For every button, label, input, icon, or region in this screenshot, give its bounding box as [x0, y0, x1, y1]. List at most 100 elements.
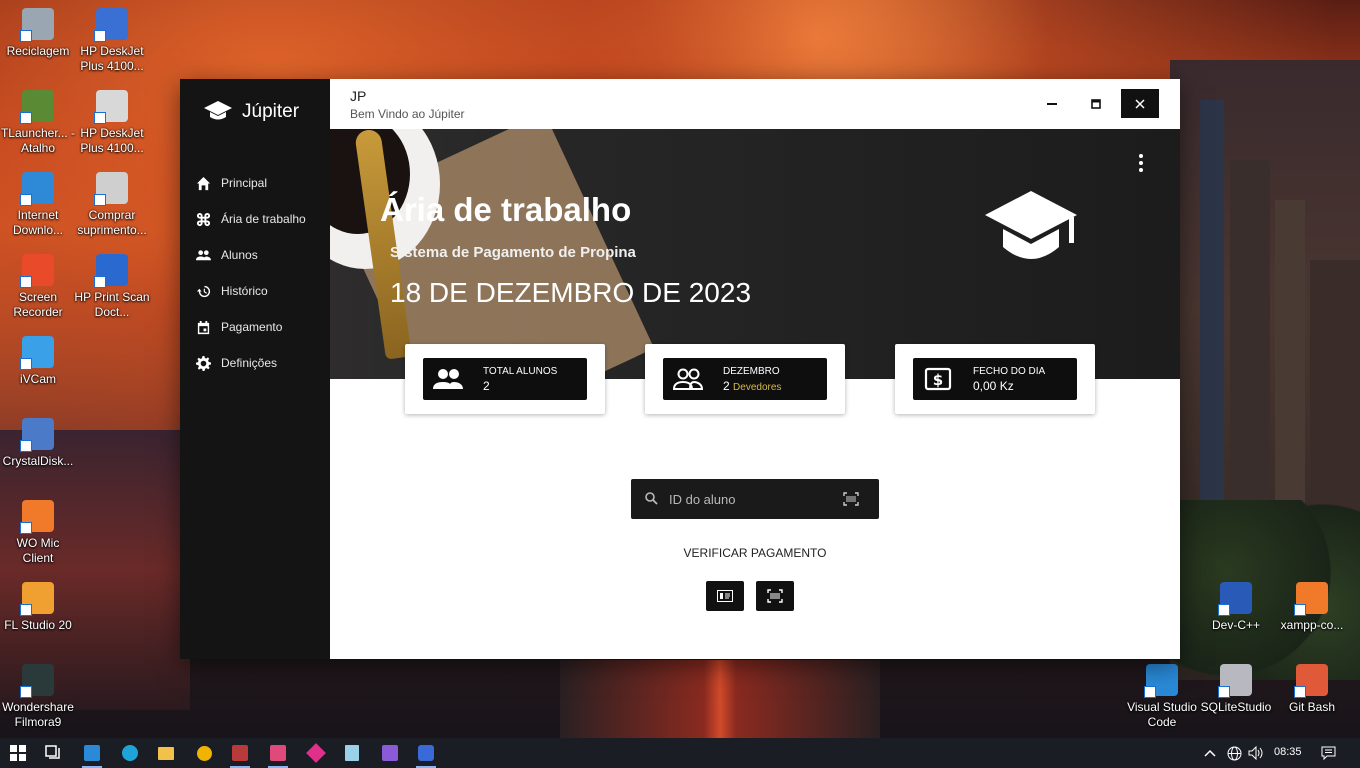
money-icon: $ [924, 367, 952, 391]
vscode-icon [1144, 664, 1178, 698]
desktop-shortcut[interactable]: Reciclagem [0, 8, 76, 59]
minimize-icon [1047, 102, 1057, 105]
id-card-button[interactable] [706, 581, 744, 611]
taskbar-access[interactable] [226, 741, 254, 768]
desktop-shortcut[interactable]: Dev-C++ [1198, 582, 1274, 633]
printer-cart-icon [94, 172, 128, 206]
desktop-shortcut[interactable]: TLauncher... - Atalho [0, 90, 76, 156]
student-id-input[interactable] [669, 479, 839, 519]
people-icon [196, 249, 211, 260]
desktop-shortcut-label: FL Studio 20 [4, 618, 72, 632]
desktop-shortcut-label: Git Bash [1288, 700, 1336, 714]
desktop-shortcut-label: Dev-C++ [1211, 618, 1261, 632]
crystaldisk-icon [20, 418, 54, 452]
desktop-shortcut-label: HP Print Scan Doct... [74, 290, 150, 319]
task-view-button[interactable] [40, 741, 68, 765]
clock[interactable]: 08:35 [1274, 746, 1302, 758]
taskbar-app-warning[interactable] [190, 741, 218, 765]
desktop-shortcut-label: Visual Studio Code [1127, 700, 1197, 729]
brand[interactable]: Júpiter [204, 101, 299, 123]
taskbar-notepad[interactable] [338, 741, 366, 765]
card-body: DEZEMBRO 2 Devedores [663, 358, 827, 400]
windows-icon [10, 745, 26, 761]
nav-item-principal[interactable]: Principal [180, 165, 330, 201]
minimize-button[interactable] [1033, 89, 1071, 118]
hero-banner: Ária de trabalho Sistema de Pagamento de… [330, 129, 1180, 379]
command-icon [196, 212, 211, 226]
access-icon [232, 745, 248, 761]
desktop-shortcut[interactable]: Visual Studio Code [1124, 664, 1200, 730]
desktop-shortcut-label: HP DeskJet Plus 4100... [80, 126, 144, 155]
card-dezembro[interactable]: DEZEMBRO 2 Devedores [645, 344, 845, 414]
app-icon [418, 745, 434, 761]
card-total-alunos[interactable]: TOTAL ALUNOS 2 [405, 344, 605, 414]
card-value-sub: Devedores [733, 382, 782, 393]
calendar-icon [197, 320, 210, 334]
desktop-shortcut[interactable]: Internet Downlo... [0, 172, 76, 238]
filmora-icon [20, 664, 54, 698]
nav-label: Alunos [221, 248, 258, 262]
desktop-shortcut[interactable]: HP Print Scan Doct... [74, 254, 150, 320]
desktop-shortcut[interactable]: xampp-co... [1274, 582, 1350, 633]
taskbar-visual-studio[interactable] [376, 741, 404, 765]
start-button[interactable] [4, 741, 32, 765]
desktop-shortcut[interactable]: SQLiteStudio [1198, 664, 1274, 715]
barcode-scan-icon[interactable] [843, 492, 859, 506]
notifications-button[interactable] [1314, 741, 1342, 765]
svg-text:$: $ [933, 371, 943, 389]
card-value-number: 0,00 Kz [973, 379, 1014, 393]
nav-item-aria-de-trabalho[interactable]: Ária de trabalho [180, 201, 330, 237]
microphone-icon [20, 500, 54, 534]
home-icon [196, 176, 211, 190]
card-body: TOTAL ALUNOS 2 [423, 358, 587, 400]
edge-icon [122, 745, 138, 761]
close-button[interactable] [1121, 89, 1159, 118]
folder-icon [158, 746, 174, 760]
globe-icon [1227, 746, 1241, 760]
desktop-shortcut[interactable]: HP DeskJet Plus 4100... [74, 90, 150, 156]
visual-studio-icon [382, 745, 398, 761]
nav-item-definicoes[interactable]: Definições [180, 345, 330, 381]
desktop-shortcut[interactable]: Comprar suprimento... [74, 172, 150, 238]
brand-name: Júpiter [242, 101, 300, 122]
desktop-shortcut-label: Internet Downlo... [12, 208, 64, 237]
task-view-icon [45, 745, 60, 759]
notepad-icon [345, 745, 359, 761]
taskbar-jupiter[interactable] [412, 741, 440, 768]
database-icon [1218, 664, 1252, 698]
desktop-shortcut-label: Wondershare Filmora9 [2, 700, 74, 729]
taskbar-gem-app[interactable] [302, 741, 330, 765]
more-vert-icon[interactable] [1136, 153, 1146, 173]
nav-item-pagamento[interactable]: Pagamento [180, 309, 330, 345]
desktop-shortcut[interactable]: FL Studio 20 [0, 582, 76, 633]
desktop-shortcut-label: Comprar suprimento... [77, 208, 147, 237]
desktop-shortcut[interactable]: HP DeskJet Plus 4100... [74, 8, 150, 74]
taskbar-layers-app[interactable] [264, 741, 292, 768]
sidebar: Júpiter Principal Ária de trabalho Aluno… [180, 79, 330, 659]
window-title: JP [350, 88, 367, 104]
taskbar-explorer[interactable] [152, 741, 180, 765]
taskbar-vscode[interactable] [78, 741, 106, 768]
barcode-button[interactable] [756, 581, 794, 611]
nav-label: Histórico [221, 284, 268, 298]
desktop-shortcut[interactable]: Wondershare Filmora9 [0, 664, 76, 730]
nav-item-alunos[interactable]: Alunos [180, 237, 330, 273]
desktop-shortcut-label: xampp-co... [1280, 618, 1344, 632]
desktop-shortcut[interactable]: iVCam [0, 336, 76, 387]
volume-button[interactable] [1242, 741, 1270, 765]
card-value-number: 2 [483, 379, 490, 393]
warning-icon [196, 745, 212, 761]
taskbar-edge[interactable] [116, 741, 144, 765]
desktop-shortcut[interactable]: Screen Recorder [0, 254, 76, 320]
taskbar: 08:35 [0, 738, 1360, 768]
desktop-shortcut[interactable]: WO Mic Client [0, 500, 76, 566]
card-value-number: 2 [723, 379, 730, 393]
card-fecho-do-dia[interactable]: $ FECHO DO DIA 0,00 Kz [895, 344, 1095, 414]
nav-item-historico[interactable]: Histórico [180, 273, 330, 309]
maximize-button[interactable] [1077, 89, 1115, 118]
print-scan-icon [94, 254, 128, 288]
card-label: TOTAL ALUNOS [483, 366, 558, 377]
desktop-shortcut[interactable]: CrystalDisk... [0, 418, 76, 469]
desktop-shortcut[interactable]: Git Bash [1274, 664, 1350, 715]
hero-subtitle: Sistema de Pagamento de Propina [390, 244, 636, 261]
